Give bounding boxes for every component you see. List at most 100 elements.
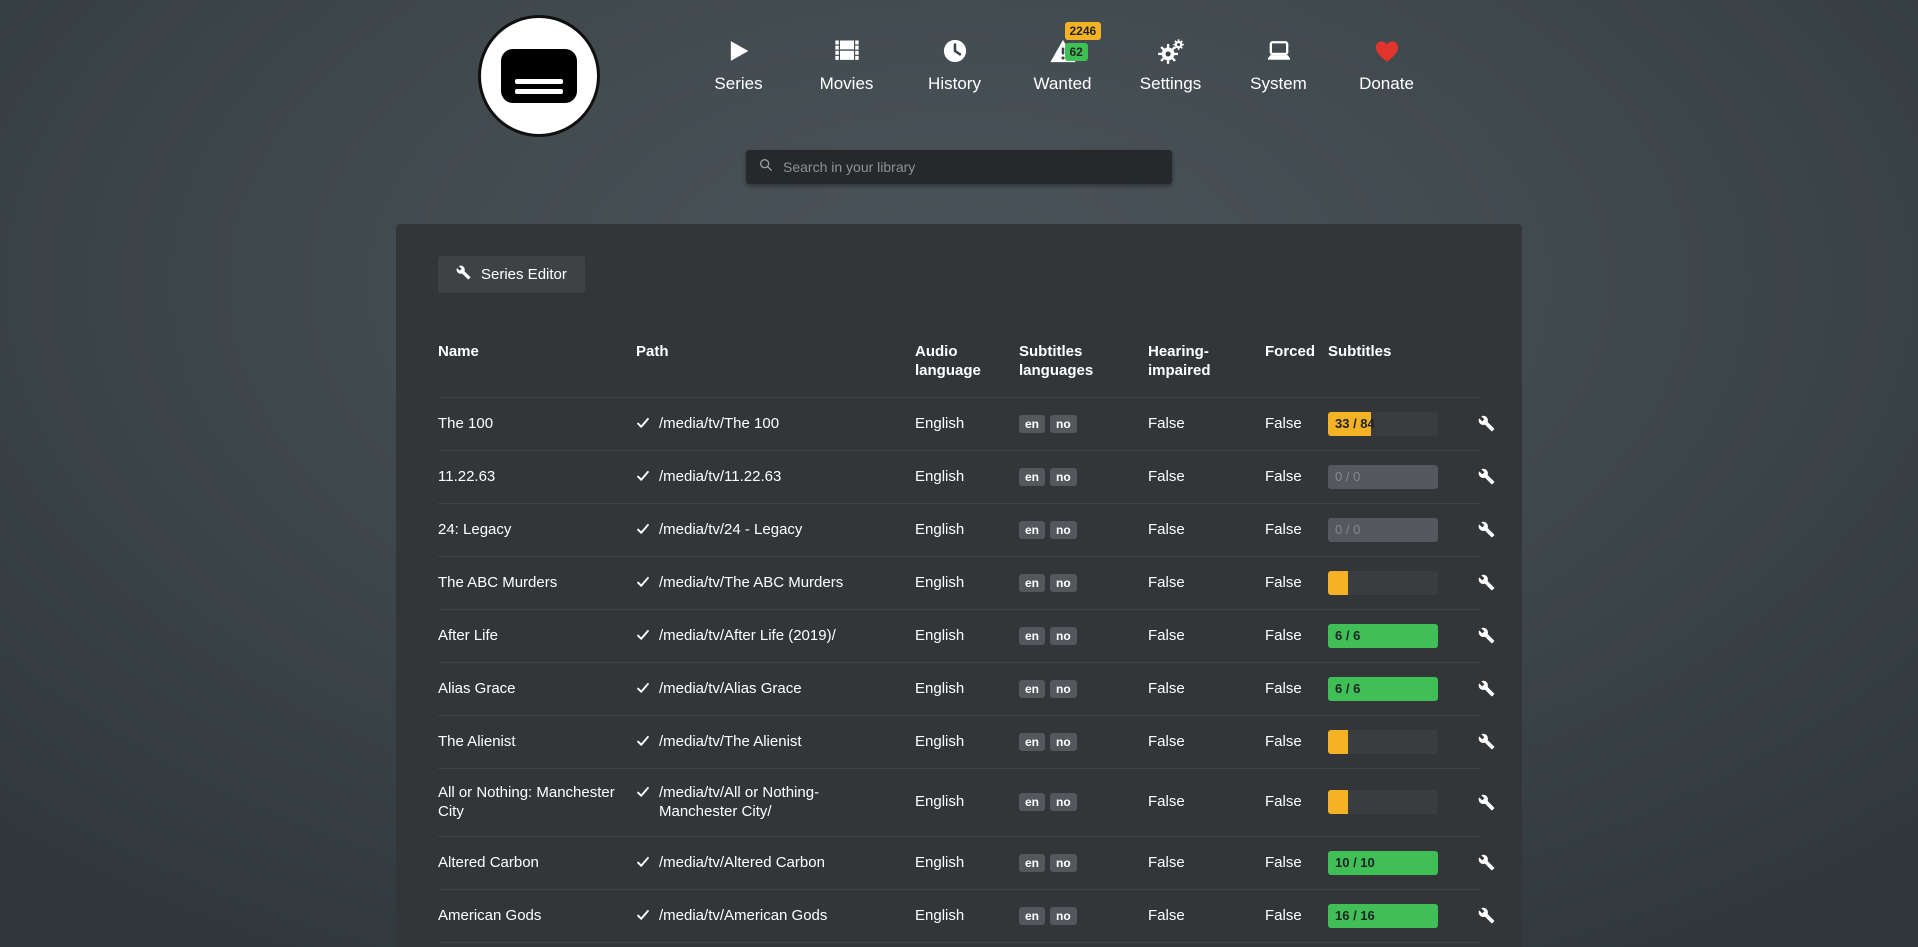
hearing-impaired: False	[1148, 906, 1265, 926]
series-editor-button[interactable]: Series Editor	[438, 256, 585, 293]
table-row: The ABC Murders /media/tv/The ABC Murder…	[438, 556, 1480, 609]
series-path: /media/tv/All or Nothing- Manchester Cit…	[659, 783, 899, 822]
check-icon	[636, 628, 650, 642]
subtitles-languages: enno	[1019, 854, 1148, 872]
edit-series-button[interactable]	[1478, 574, 1495, 591]
edit-series-button[interactable]	[1478, 680, 1495, 697]
subtitles-languages: enno	[1019, 521, 1148, 539]
language-badge: en	[1019, 468, 1045, 486]
series-name[interactable]: The Alienist	[438, 732, 636, 752]
hearing-impaired: False	[1148, 853, 1265, 873]
check-icon	[636, 785, 650, 799]
audio-language: English	[915, 792, 1019, 812]
series-name[interactable]: The 100	[438, 414, 636, 434]
language-badge: no	[1050, 521, 1077, 539]
forced: False	[1265, 626, 1328, 646]
series-path: /media/tv/Altered Carbon	[659, 853, 825, 873]
language-badge: en	[1019, 854, 1045, 872]
series-name[interactable]: After Life	[438, 626, 636, 646]
series-path-cell: /media/tv/Alias Grace	[636, 679, 915, 699]
edit-series-button[interactable]	[1478, 733, 1495, 750]
nav-settings[interactable]: Settings	[1117, 35, 1225, 94]
series-name[interactable]: American Gods	[438, 906, 636, 926]
nav-series[interactable]: Series	[685, 35, 793, 94]
subtitles-progress: 0 / 0	[1328, 518, 1438, 542]
audio-language: English	[915, 732, 1019, 752]
subtitles-progress-text: 16 / 16	[1335, 904, 1375, 928]
nav-settings-label: Settings	[1140, 74, 1201, 94]
series-name[interactable]: The ABC Murders	[438, 573, 636, 593]
audio-language: English	[915, 853, 1019, 873]
header-path: Path	[636, 343, 915, 381]
library-search	[746, 150, 1172, 184]
check-icon	[636, 522, 650, 536]
edit-series-button[interactable]	[1478, 468, 1495, 485]
wrench-icon	[456, 265, 471, 284]
nav-history[interactable]: History	[901, 35, 1009, 94]
search-input[interactable]	[783, 159, 1160, 175]
check-icon	[636, 855, 650, 869]
nav-donate[interactable]: Donate	[1333, 35, 1441, 94]
header-actions	[1478, 343, 1496, 381]
subtitles-progress-text: 6 / 6	[1335, 677, 1360, 701]
check-icon	[636, 681, 650, 695]
subtitles-languages: enno	[1019, 793, 1148, 811]
series-name[interactable]: 11.22.63	[438, 467, 636, 487]
series-path: /media/tv/The 100	[659, 414, 779, 434]
series-path: /media/tv/The Alienist	[659, 732, 802, 752]
series-name[interactable]: 24: Legacy	[438, 520, 636, 540]
check-icon	[636, 575, 650, 589]
language-badge: no	[1050, 468, 1077, 486]
top-navigation: Series Movies History 2246 62	[0, 0, 1918, 137]
nav-history-label: History	[928, 74, 981, 94]
subtitles-progress-fill	[1328, 790, 1348, 814]
subtitles-progress: 33 / 84	[1328, 412, 1438, 436]
hearing-impaired: False	[1148, 732, 1265, 752]
subtitles-progress: 0 / 0	[1328, 465, 1438, 489]
language-badge: en	[1019, 680, 1045, 698]
bazarr-logo[interactable]	[478, 15, 600, 137]
series-name[interactable]: Alias Grace	[438, 679, 636, 699]
table-header: Name Path Audio language Subtitles langu…	[438, 343, 1480, 397]
edit-series-button[interactable]	[1478, 907, 1495, 924]
nav-movies-label: Movies	[820, 74, 874, 94]
subtitles-progress	[1328, 730, 1438, 754]
edit-series-button[interactable]	[1478, 794, 1495, 811]
forced: False	[1265, 573, 1328, 593]
series-path: /media/tv/Alias Grace	[659, 679, 802, 699]
forced: False	[1265, 792, 1328, 812]
nav-series-label: Series	[714, 74, 762, 94]
series-name[interactable]: All or Nothing: Manchester City	[438, 783, 636, 822]
forced: False	[1265, 732, 1328, 752]
edit-series-button[interactable]	[1478, 521, 1495, 538]
subtitles-progress-text: 10 / 10	[1335, 851, 1375, 875]
nav-wanted[interactable]: 2246 62 Wanted	[1009, 35, 1117, 94]
series-name[interactable]: Altered Carbon	[438, 853, 636, 873]
main-nav: Series Movies History 2246 62	[685, 35, 1441, 94]
series-table: Name Path Audio language Subtitles langu…	[438, 343, 1480, 947]
table-row: The 100 /media/tv/The 100 English enno F…	[438, 397, 1480, 450]
hearing-impaired: False	[1148, 520, 1265, 540]
search-row	[0, 150, 1918, 184]
forced: False	[1265, 906, 1328, 926]
subtitles-progress-text: 33 / 84	[1335, 412, 1375, 436]
nav-movies[interactable]: Movies	[793, 35, 901, 94]
subtitles-progress	[1328, 790, 1438, 814]
language-badge: en	[1019, 733, 1045, 751]
hearing-impaired: False	[1148, 573, 1265, 593]
series-path-cell: /media/tv/The Alienist	[636, 732, 915, 752]
language-badge: no	[1050, 854, 1077, 872]
nav-system[interactable]: System	[1225, 35, 1333, 94]
series-path-cell: /media/tv/The ABC Murders	[636, 573, 915, 593]
edit-series-button[interactable]	[1478, 627, 1495, 644]
language-badge: no	[1050, 907, 1077, 925]
audio-language: English	[915, 906, 1019, 926]
edit-series-button[interactable]	[1478, 854, 1495, 871]
subtitles-progress-text: 6 / 6	[1335, 624, 1360, 648]
subtitles-progress-fill	[1328, 730, 1348, 754]
edit-series-button[interactable]	[1478, 415, 1495, 432]
hearing-impaired: False	[1148, 414, 1265, 434]
audio-language: English	[915, 467, 1019, 487]
subtitles-progress-text: 0 / 0	[1335, 465, 1360, 489]
language-badge: no	[1050, 574, 1077, 592]
